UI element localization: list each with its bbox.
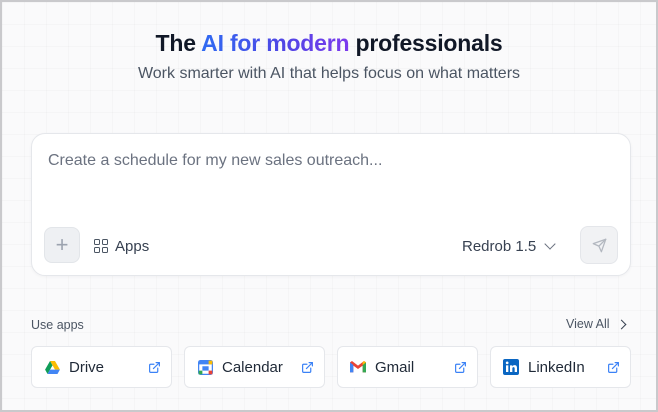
send-button[interactable]	[580, 226, 618, 264]
external-link-icon	[302, 362, 313, 373]
prompt-composer: + Apps Redrob 1.5	[31, 133, 631, 276]
app-name: Drive	[69, 358, 105, 376]
page-title: The AI for modern professionals	[2, 30, 656, 57]
external-link-icon	[149, 362, 160, 373]
view-all-label: View All	[566, 317, 610, 331]
app-card-calendar[interactable]: Calendar	[184, 346, 325, 388]
title-suffix: professionals	[349, 30, 503, 56]
app-name: LinkedIn	[528, 358, 585, 376]
app-name: Calendar	[222, 358, 283, 376]
add-attachment-button[interactable]: +	[44, 227, 80, 263]
apps-button-label: Apps	[115, 237, 150, 255]
external-link-icon	[455, 362, 466, 373]
title-highlight: AI for modern	[201, 30, 350, 56]
model-selector[interactable]: Redrob 1.5	[462, 235, 556, 257]
chevron-down-icon	[544, 238, 556, 250]
grid-icon	[94, 239, 108, 253]
model-selector-label: Redrob 1.5	[462, 237, 537, 255]
use-apps-heading: Use apps	[31, 318, 84, 332]
chevron-right-icon	[616, 319, 626, 329]
app-frame: The AI for modern professionals Work sma…	[0, 0, 658, 412]
google-drive-icon	[44, 359, 60, 375]
gmail-icon	[350, 359, 366, 375]
apps-button[interactable]: Apps	[94, 235, 149, 257]
linkedin-icon	[503, 359, 519, 375]
title-prefix: The	[155, 30, 202, 56]
view-all-link[interactable]: View All	[566, 317, 626, 331]
app-name: Gmail	[375, 358, 415, 376]
send-icon	[592, 238, 606, 252]
google-calendar-icon	[197, 359, 213, 375]
external-link-icon	[608, 362, 619, 373]
app-card-linkedin[interactable]: LinkedIn	[490, 346, 631, 388]
prompt-input[interactable]	[48, 152, 608, 170]
page-subtitle: Work smarter with AI that helps focus on…	[137, 65, 521, 82]
app-card-drive[interactable]: Drive	[31, 346, 172, 388]
plus-icon: +	[55, 232, 69, 257]
app-card-gmail[interactable]: Gmail	[337, 346, 478, 388]
